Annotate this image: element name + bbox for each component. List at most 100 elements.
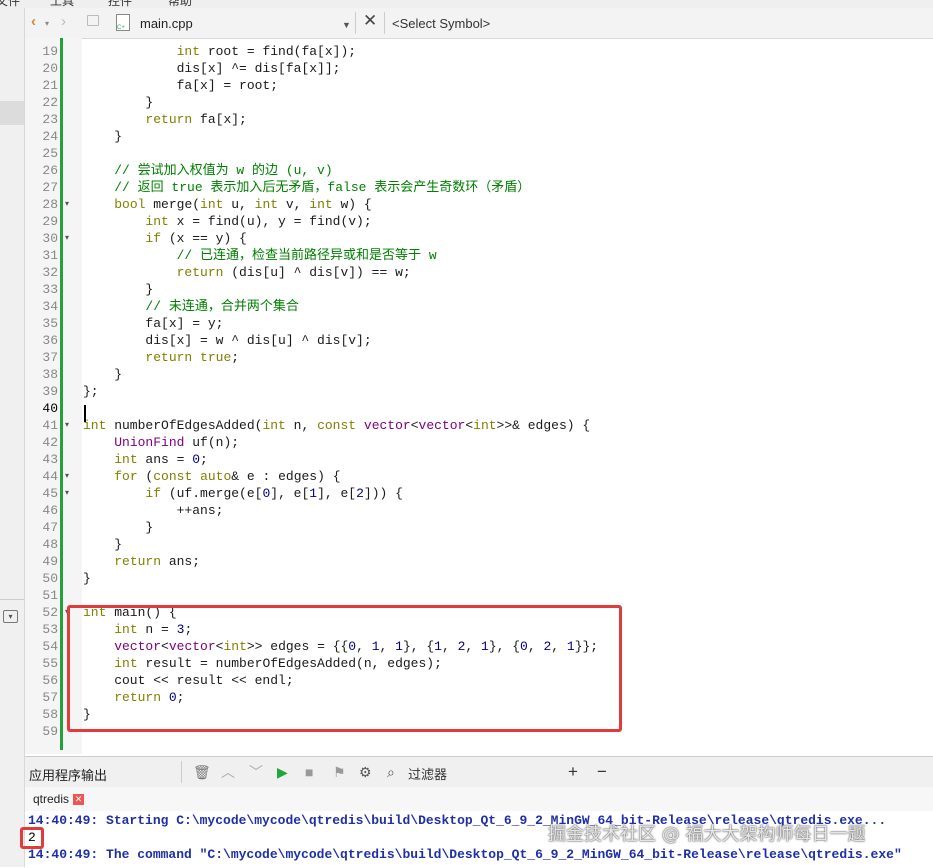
fold-arrow-icon[interactable]: ▾ — [65, 230, 69, 247]
code-line[interactable]: 34 // 未连通，合并两个集合 — [25, 298, 933, 315]
line-number: 59 — [42, 724, 58, 739]
code-line[interactable]: 29 int x = find(u), y = find(v); — [25, 213, 933, 230]
chevron-up-icon[interactable]: ︿ — [221, 763, 235, 781]
line-number: 57 — [42, 690, 58, 705]
output-tabs: qtredis ✕ — [25, 787, 933, 812]
code-line[interactable]: 35 fa[x] = y; — [25, 315, 933, 332]
line-number: 32 — [42, 265, 58, 280]
line-number: 25 — [42, 146, 58, 161]
gear-icon[interactable]: ⚙ — [359, 763, 372, 781]
chevron-right-icon[interactable]: › — [61, 13, 66, 31]
line-number: 44 — [42, 469, 58, 484]
collapse-icon[interactable]: ▾ — [3, 610, 18, 623]
fold-arrow-icon[interactable]: ▾ — [65, 468, 69, 485]
search-icon: ⌕ — [387, 764, 395, 780]
code-line[interactable]: 37 return true; — [25, 349, 933, 366]
line-number: 30 — [42, 231, 58, 246]
code-text: } — [83, 520, 154, 535]
menu-item-help[interactable]: 帮助 — [168, 0, 192, 8]
filter-input[interactable]: 过滤器 — [408, 764, 447, 783]
line-number: 58 — [42, 707, 58, 722]
add-icon[interactable]: + — [568, 763, 578, 781]
code-text: // 已连通，检查当前路径异或和是否等于 w — [176, 248, 437, 263]
left-dock-divider — [0, 599, 24, 600]
text-cursor — [84, 405, 86, 422]
line-number: 47 — [42, 520, 58, 535]
line-number: 19 — [42, 44, 58, 59]
code-text: } — [83, 537, 123, 552]
chevron-left-icon[interactable]: ‹ — [31, 13, 36, 31]
fold-arrow-icon[interactable]: ▾ — [65, 196, 69, 213]
code-text: fa[x] = y; — [83, 316, 224, 331]
fold-arrow-icon[interactable]: ▾ — [65, 485, 69, 502]
clear-icon[interactable]: 🗑 — [193, 763, 211, 781]
tab-label: qtredis — [33, 792, 70, 806]
code-line[interactable]: 32 return (dis[u] ^ dis[v]) == w; — [25, 264, 933, 281]
code-line[interactable]: 40 — [25, 400, 933, 417]
stop-icon[interactable]: ■ — [305, 763, 313, 781]
line-number: 33 — [42, 282, 58, 297]
code-line[interactable]: 26 // 尝试加入权值为 w 的边 (u, v) — [25, 162, 933, 179]
code-line[interactable]: 36 dis[x] = w ^ dis[u] ^ dis[v]; — [25, 332, 933, 349]
code-line[interactable]: 50} — [25, 570, 933, 587]
line-number: 29 — [42, 214, 58, 229]
symbol-selector[interactable]: <Select Symbol> — [392, 15, 490, 33]
code-text: fa[x] = root; — [83, 78, 279, 93]
chevron-down-icon[interactable]: ▾ — [45, 15, 49, 33]
code-line[interactable]: 30 ▾ if (x == y) { — [25, 230, 933, 247]
code-text: dis[x] = w ^ dis[u] ^ dis[v]; — [83, 333, 372, 348]
left-dock-selected-item[interactable] — [0, 101, 24, 125]
code-line[interactable]: 20 dis[x] ^= dis[fa[x]]; — [25, 60, 933, 77]
close-icon[interactable]: ✕ — [363, 12, 377, 30]
debug-run-icon[interactable]: ⚑ — [333, 763, 346, 781]
close-icon[interactable]: ✕ — [73, 794, 85, 806]
file-name[interactable]: main.cpp — [140, 15, 193, 33]
code-line[interactable]: 48 } — [25, 536, 933, 553]
code-line[interactable]: 27 // 返回 true 表示加入后无矛盾，false 表示会产生奇数环（矛盾… — [25, 179, 933, 196]
line-number: 28 — [42, 197, 58, 212]
code-line[interactable]: 47 } — [25, 519, 933, 536]
output-title: 应用程序输出 — [29, 768, 108, 783]
line-number: 52 — [42, 605, 58, 620]
code-line[interactable]: 21 fa[x] = root; — [25, 77, 933, 94]
output-line: 14:40:49: The command "C:\mycode\mycode\… — [28, 847, 902, 862]
line-number: 49 — [42, 554, 58, 569]
watermark: 掘金技术社区 @ 福大大架构师每日一题 — [548, 824, 866, 845]
code-line[interactable]: 23 return fa[x]; — [25, 111, 933, 128]
code-line[interactable]: 41 ▾ int numberOfEdgesAdded(int n, const v… — [25, 417, 933, 434]
code-line[interactable]: 25 — [25, 145, 933, 162]
menu-item-controls[interactable]: 控件 — [108, 0, 132, 8]
line-number: 37 — [42, 350, 58, 365]
line-number: 35 — [42, 316, 58, 331]
menu-item-tools[interactable]: 工具 — [50, 0, 74, 8]
code-line[interactable]: 24 } — [25, 128, 933, 145]
code-text: } — [83, 367, 123, 382]
line-number: 45 — [42, 486, 58, 501]
code-line[interactable]: 44 ▾ for (const auto& e : edges) { — [25, 468, 933, 485]
line-number: 53 — [42, 622, 58, 637]
tab-qtredis[interactable]: qtredis ✕ — [29, 790, 88, 808]
code-line[interactable]: 42 UnionFind uf(n); — [25, 434, 933, 451]
line-number: 22 — [42, 95, 58, 110]
fold-arrow-icon[interactable]: ▾ — [65, 417, 69, 434]
code-line[interactable]: 39}; — [25, 383, 933, 400]
run-icon[interactable]: ▶ — [277, 763, 288, 781]
menu-item-file[interactable]: 文件 — [0, 0, 20, 8]
code-text: // 返回 true 表示加入后无矛盾，false 表示会产生奇数环（矛盾） — [114, 180, 531, 195]
code-line[interactable]: 38 } — [25, 366, 933, 383]
code-line[interactable]: 46 ++ans; — [25, 502, 933, 519]
code-line[interactable]: 31 // 已连通，检查当前路径异或和是否等于 w — [25, 247, 933, 264]
code-line[interactable]: 43 int ans = 0; — [25, 451, 933, 468]
code-line[interactable]: 19 int root = find(fa[x]); — [25, 43, 933, 60]
line-number: 42 — [42, 435, 58, 450]
chevron-down-icon[interactable]: ﹀ — [249, 763, 263, 781]
file-dropdown-icon[interactable]: ▼ — [342, 16, 351, 34]
line-number: 36 — [42, 333, 58, 348]
code-line[interactable]: 28 ▾ bool merge(int u, int v, int w) { — [25, 196, 933, 213]
code-line[interactable]: 49 return ans; — [25, 553, 933, 570]
minimize-icon[interactable]: − — [597, 763, 607, 781]
code-line[interactable]: 33 } — [25, 281, 933, 298]
code-line[interactable]: 45 ▾ if (uf.merge(e[0], e[1], e[2])) { — [25, 485, 933, 502]
code-line[interactable]: 51 — [25, 587, 933, 604]
code-line[interactable]: 22 } — [25, 94, 933, 111]
